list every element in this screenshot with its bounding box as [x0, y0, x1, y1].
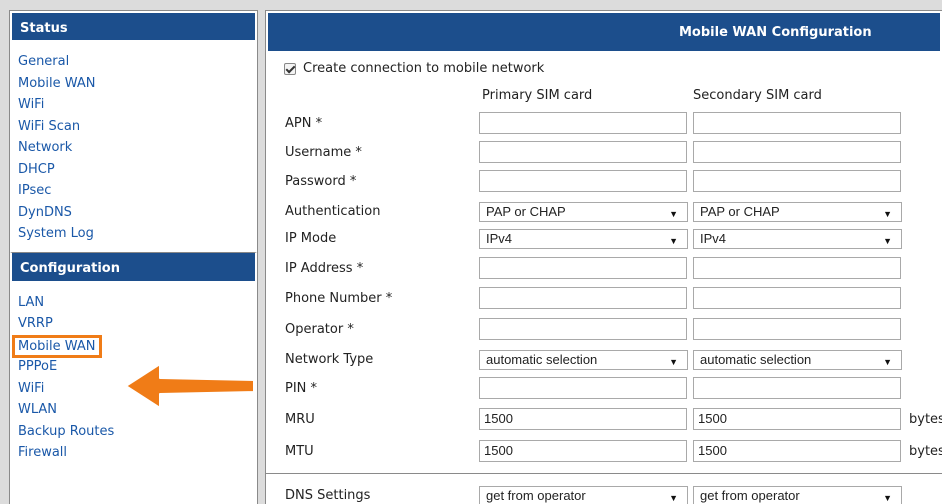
sidebar-status-heading: Status: [10, 11, 257, 42]
network-type-secondary-select[interactable]: automatic selection ▼: [693, 350, 902, 370]
dns-settings-primary-select[interactable]: get from operator ▼: [479, 486, 688, 504]
mtu-label: MTU: [285, 444, 314, 459]
network-type-primary-select[interactable]: automatic selection ▼: [479, 350, 688, 370]
phone-number-primary-input[interactable]: [479, 287, 687, 309]
phone-number-row: Phone Number *: [266, 287, 942, 309]
operator-primary-input[interactable]: [479, 318, 687, 340]
username-label: Username *: [285, 145, 362, 160]
dns-settings-row: DNS Settings get from operator ▼ get fro…: [266, 486, 942, 504]
create-connection-label: Create connection to mobile network: [303, 61, 545, 76]
page-title: Mobile WAN Configuration: [266, 11, 942, 53]
chevron-down-icon: ▼: [669, 236, 678, 246]
dns-settings-secondary-value: get from operator: [700, 488, 800, 503]
pin-row: PIN *: [266, 377, 942, 399]
sidebar-item-network[interactable]: Network: [18, 137, 257, 159]
username-secondary-input[interactable]: [693, 141, 901, 163]
left-arrow-icon: [125, 363, 255, 409]
ip-mode-row: IP Mode IPv4 ▼ IPv4 ▼: [266, 229, 942, 251]
password-row: Password *: [266, 170, 942, 192]
sidebar-item-vrrp[interactable]: VRRP: [18, 313, 257, 335]
ip-address-label: IP Address *: [285, 261, 364, 276]
dns-settings-primary-value: get from operator: [486, 488, 586, 503]
ip-address-primary-input[interactable]: [479, 257, 687, 279]
mru-label: MRU: [285, 412, 315, 427]
network-type-row: Network Type automatic selection ▼ autom…: [266, 350, 942, 372]
mtu-row: MTU 1500 1500 bytes: [266, 440, 942, 462]
pin-primary-input[interactable]: [479, 377, 687, 399]
network-type-secondary-value: automatic selection: [700, 352, 812, 367]
authentication-row: Authentication PAP or CHAP ▼ PAP or CHAP…: [266, 202, 942, 224]
chevron-down-icon: ▼: [669, 493, 678, 503]
sidebar-item-firewall[interactable]: Firewall: [18, 442, 257, 464]
dns-settings-secondary-select[interactable]: get from operator ▼: [693, 486, 902, 504]
username-row: Username *: [266, 141, 942, 163]
apn-secondary-input[interactable]: [693, 112, 901, 134]
username-primary-input[interactable]: [479, 141, 687, 163]
operator-row: Operator *: [266, 318, 942, 340]
create-connection-row: Create connection to mobile network: [284, 61, 544, 76]
chevron-down-icon: ▼: [669, 209, 678, 219]
mtu-unit: bytes: [909, 444, 942, 459]
ip-mode-secondary-select[interactable]: IPv4 ▼: [693, 229, 902, 249]
phone-number-secondary-input[interactable]: [693, 287, 901, 309]
chevron-down-icon: ▼: [669, 357, 678, 367]
password-primary-input[interactable]: [479, 170, 687, 192]
mru-unit: bytes: [909, 412, 942, 427]
chevron-down-icon: ▼: [883, 236, 892, 246]
apn-primary-input[interactable]: [479, 112, 687, 134]
sidebar-item-backup-routes[interactable]: Backup Routes: [18, 421, 257, 443]
ip-address-secondary-input[interactable]: [693, 257, 901, 279]
mru-secondary-input[interactable]: 1500: [693, 408, 901, 430]
operator-label: Operator *: [285, 322, 354, 337]
chevron-down-icon: ▼: [883, 209, 892, 219]
primary-sim-header: Primary SIM card: [482, 88, 593, 103]
authentication-secondary-value: PAP or CHAP: [700, 204, 780, 219]
pin-secondary-input[interactable]: [693, 377, 901, 399]
sidebar-item-wifi-scan[interactable]: WiFi Scan: [18, 116, 257, 138]
create-connection-checkbox[interactable]: [284, 62, 296, 75]
sidebar-item-ipsec[interactable]: IPsec: [18, 180, 257, 202]
authentication-primary-value: PAP or CHAP: [486, 204, 566, 219]
dns-settings-label: DNS Settings: [285, 488, 371, 503]
chevron-down-icon: ▼: [883, 357, 892, 367]
apn-label: APN *: [285, 116, 323, 131]
sidebar-item-general[interactable]: General: [18, 51, 257, 73]
network-type-label: Network Type: [285, 352, 374, 367]
password-secondary-input[interactable]: [693, 170, 901, 192]
sidebar-status-list: General Mobile WAN WiFi WiFi Scan Networ…: [10, 42, 257, 252]
network-type-primary-value: automatic selection: [486, 352, 598, 367]
phone-number-label: Phone Number *: [285, 291, 393, 306]
sidebar-item-system-log[interactable]: System Log: [18, 223, 257, 245]
main-panel: Mobile WAN Configuration Create connecti…: [265, 10, 942, 504]
ip-mode-label: IP Mode: [285, 231, 337, 246]
apn-row: APN *: [266, 112, 942, 134]
operator-secondary-input[interactable]: [693, 318, 901, 340]
mtu-primary-input[interactable]: 1500: [479, 440, 687, 462]
mru-primary-input[interactable]: 1500: [479, 408, 687, 430]
password-label: Password *: [285, 174, 357, 189]
chevron-down-icon: ▼: [883, 493, 892, 503]
sidebar-configuration-heading: Configuration: [10, 251, 257, 283]
authentication-label: Authentication: [285, 204, 381, 219]
mtu-secondary-input[interactable]: 1500: [693, 440, 901, 462]
secondary-sim-header: Secondary SIM card: [693, 88, 822, 103]
sidebar-item-dyndns[interactable]: DynDNS: [18, 202, 257, 224]
sidebar: Status General Mobile WAN WiFi WiFi Scan…: [9, 10, 258, 504]
section-divider: [266, 473, 942, 474]
authentication-primary-select[interactable]: PAP or CHAP ▼: [479, 202, 688, 222]
pin-label: PIN *: [285, 381, 318, 396]
sidebar-item-wifi-status[interactable]: WiFi: [18, 94, 257, 116]
ip-mode-primary-select[interactable]: IPv4 ▼: [479, 229, 688, 249]
ip-mode-primary-value: IPv4: [486, 231, 513, 246]
sidebar-item-lan[interactable]: LAN: [18, 292, 257, 314]
sidebar-item-mobile-wan-config[interactable]: Mobile WAN: [12, 334, 102, 358]
sidebar-item-mobile-wan-status[interactable]: Mobile WAN: [18, 73, 257, 95]
sidebar-item-dhcp[interactable]: DHCP: [18, 159, 257, 181]
authentication-secondary-select[interactable]: PAP or CHAP ▼: [693, 202, 902, 222]
mru-row: MRU 1500 1500 bytes: [266, 408, 942, 430]
ip-mode-secondary-value: IPv4: [700, 231, 727, 246]
ip-address-row: IP Address *: [266, 257, 942, 279]
